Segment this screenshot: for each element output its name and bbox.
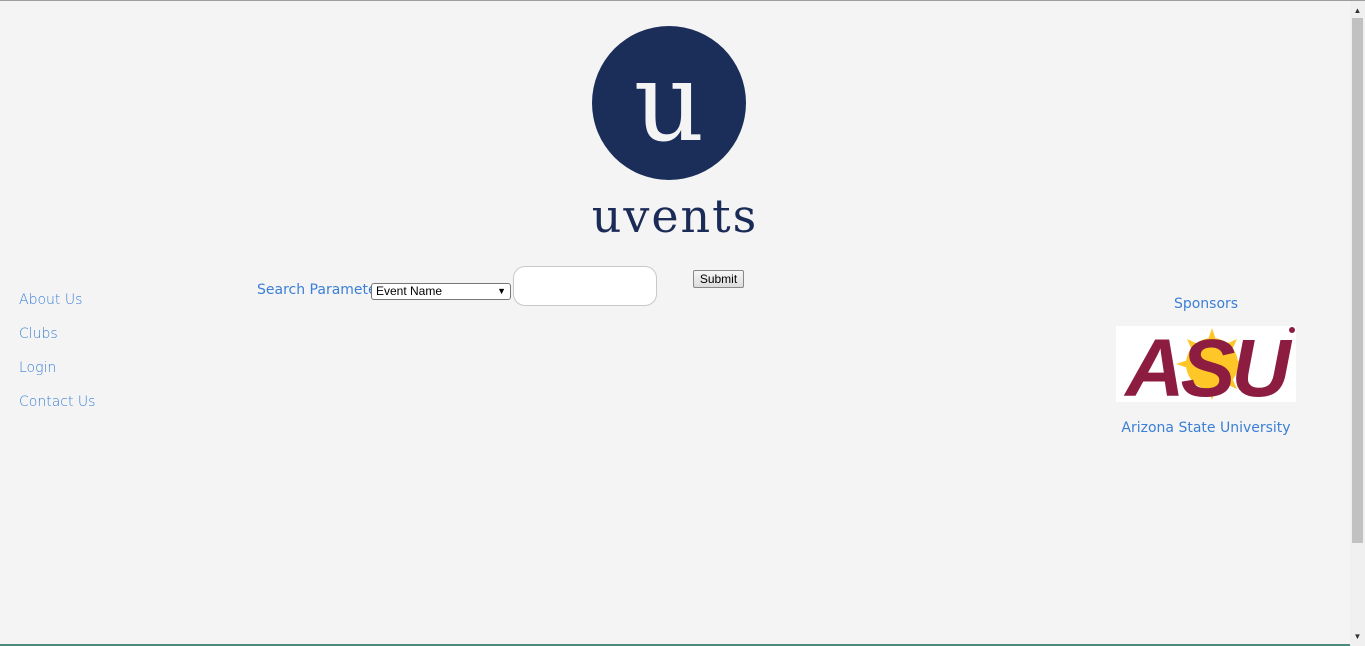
search-parameter-select[interactable]: Event Name ▼: [371, 283, 511, 300]
asu-logo[interactable]: ASU: [1116, 326, 1296, 402]
sponsors-panel: Sponsors ASU Arizona State University: [1110, 296, 1302, 436]
search-select-value: Event Name: [376, 284, 443, 298]
submit-button[interactable]: Submit: [693, 270, 744, 288]
sidebar-nav: About Us Clubs Login Contact Us: [19, 291, 95, 427]
scroll-down-icon[interactable]: ▼: [1350, 629, 1365, 644]
nav-link-about-us[interactable]: About Us: [19, 291, 95, 325]
sponsors-title: Sponsors: [1173, 296, 1239, 312]
sponsor-name-link[interactable]: Arizona State University: [1110, 420, 1302, 436]
search-parameter-label: Search Parameter:: [257, 282, 387, 298]
logo-circle-icon: u: [592, 26, 746, 180]
nav-link-login[interactable]: Login: [19, 359, 95, 393]
page: u uvents About Us Clubs Login Contact Us…: [0, 0, 1365, 646]
logo-wordmark: uvents: [591, 189, 759, 243]
asu-logo-text: ASU: [1123, 326, 1292, 402]
vertical-scrollbar[interactable]: ▲ ▼: [1350, 1, 1365, 646]
dropdown-arrow-icon: ▼: [497, 286, 506, 296]
nav-link-clubs[interactable]: Clubs: [19, 325, 95, 359]
scrollbar-thumb[interactable]: [1352, 18, 1363, 543]
uvents-logo[interactable]: u uvents: [585, 26, 765, 243]
logo-letter: u: [634, 38, 705, 166]
scroll-up-icon[interactable]: ▲: [1350, 3, 1365, 18]
nav-link-contact-us[interactable]: Contact Us: [19, 393, 95, 427]
search-input[interactable]: [513, 266, 657, 306]
